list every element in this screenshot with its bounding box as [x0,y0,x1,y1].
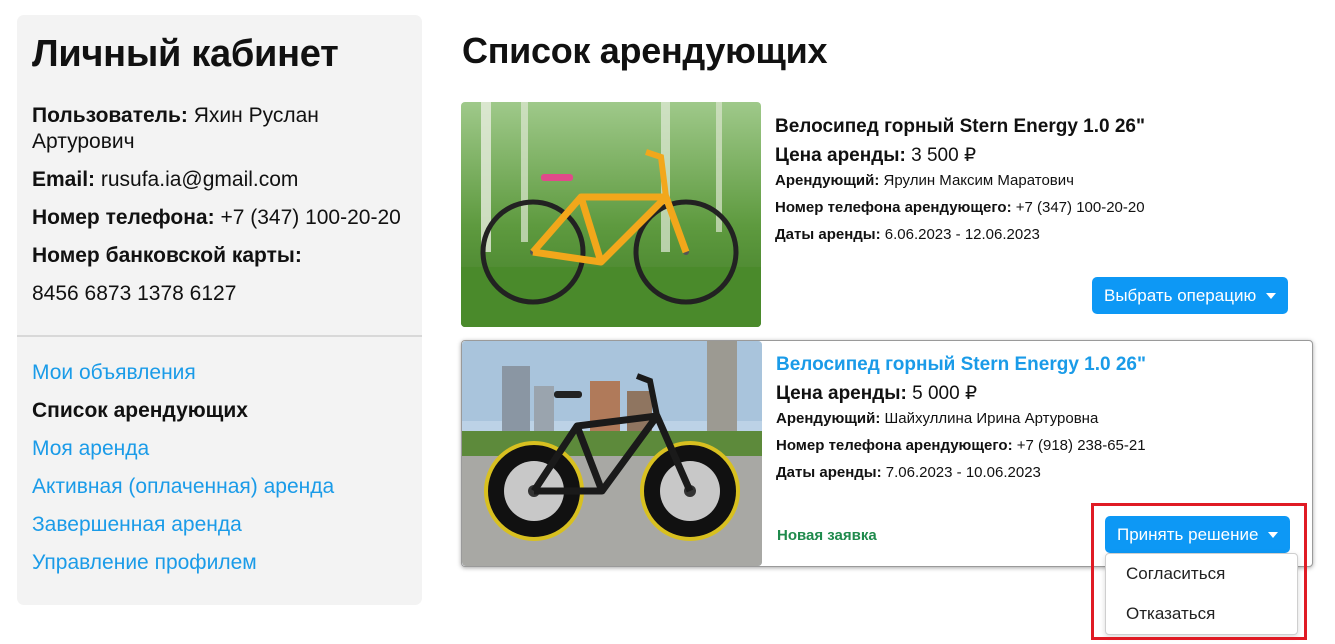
renter-label: Арендующий: [776,410,881,427]
nav-profile-settings[interactable]: Управление профилем [32,551,257,575]
decision-dropdown-menu: Согласиться Отказаться [1105,553,1298,635]
renter-value: Шайхуллина Ирина Артуровна [884,410,1099,427]
caret-down-icon [1268,531,1279,538]
rental-dates-value: 7.06.2023 - 10.06.2023 [885,464,1041,481]
menu-item-decline[interactable]: Отказаться [1126,604,1215,624]
price-label: Цена аренды: [775,145,906,166]
status-badge: Новая заявка [777,527,877,544]
renter-info: Арендующий: Ярулин Максим Маратович [775,172,1074,189]
renter-label: Арендующий: [775,172,880,189]
renter-phone-label: Номер телефона арендующего: [776,437,1013,454]
sidebar-divider [17,335,422,337]
email-label: Email: [32,168,96,191]
rental-dates-label: Даты аренды: [775,226,881,243]
make-decision-label: Принять решение [1117,524,1259,544]
card-info: Номер банковской карты: [32,243,302,269]
price-value: 3 500 ₽ [911,145,977,166]
nav-my-ads[interactable]: Мои объявления [32,361,196,385]
rental-dates-value: 6.06.2023 - 12.06.2023 [884,226,1040,243]
user-info: Пользователь: Яхин Руслан Артурович [32,103,392,155]
price-info: Цена аренды: 5 000 ₽ [776,382,977,405]
email-value: rusufa.ia@gmail.com [100,168,299,191]
phone-info: Номер телефона: +7 (347) 100-20-20 [32,205,401,231]
renter-phone-info: Номер телефона арендующего: +7 (918) 238… [776,437,1146,454]
card-label: Номер банковской карты: [32,244,302,267]
menu-item-accept[interactable]: Согласиться [1126,564,1225,584]
bike-photo [462,341,762,566]
choose-operation-button[interactable]: Выбрать операцию [1092,277,1289,314]
renter-phone-info: Номер телефона арендующего: +7 (347) 100… [775,199,1145,216]
make-decision-button[interactable]: Принять решение [1105,516,1291,553]
renter-phone-value: +7 (347) 100-20-20 [1015,199,1145,216]
price-info: Цена аренды: 3 500 ₽ [775,144,976,167]
price-label: Цена аренды: [776,383,907,404]
rental-dates-info: Даты аренды: 7.06.2023 - 10.06.2023 [776,464,1041,481]
renter-phone-value: +7 (918) 238-65-21 [1016,437,1146,454]
choose-operation-label: Выбрать операцию [1104,285,1257,305]
nav-renters-list[interactable]: Список арендующих [32,399,248,423]
user-label: Пользователь: [32,104,188,127]
renter-card: Велосипед горный Stern Energy 1.0 26" Це… [461,102,1311,327]
renter-value: Ярулин Максим Маратович [883,172,1074,189]
profile-sidebar: Личный кабинет Пользователь: Яхин Руслан… [17,15,422,605]
nav-completed-rentals[interactable]: Завершенная аренда [32,513,242,537]
phone-value: +7 (347) 100-20-20 [220,206,401,229]
phone-label: Номер телефона: [32,206,215,229]
renter-phone-label: Номер телефона арендующего: [775,199,1012,216]
caret-down-icon [1266,292,1277,299]
bike-photo [461,102,761,327]
email-info: Email: rusufa.ia@gmail.com [32,167,298,193]
bike-title-link[interactable]: Велосипед горный Stern Energy 1.0 26" [776,354,1146,376]
bike-title: Велосипед горный Stern Energy 1.0 26" [775,116,1145,137]
renter-card-selected: Велосипед горный Stern Energy 1.0 26" Це… [461,340,1313,567]
sidebar-title: Личный кабинет [32,33,339,75]
page-title: Список арендующих [462,30,828,71]
renter-info: Арендующий: Шайхуллина Ирина Артуровна [776,410,1098,427]
rental-dates-label: Даты аренды: [776,464,882,481]
price-value: 5 000 ₽ [912,383,978,404]
card-number: 8456 6873 1378 6127 [32,282,237,305]
nav-active-rentals[interactable]: Активная (оплаченная) аренда [32,475,334,499]
nav-my-rentals[interactable]: Моя аренда [32,437,149,461]
rental-dates-info: Даты аренды: 6.06.2023 - 12.06.2023 [775,226,1040,243]
